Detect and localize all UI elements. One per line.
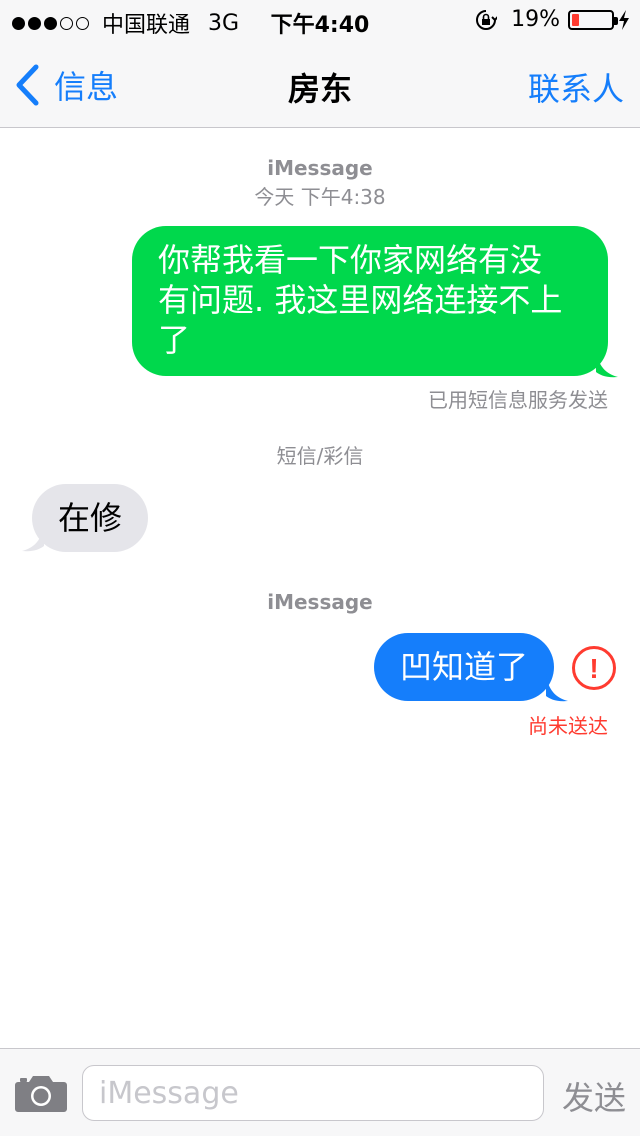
battery-percent: 19% xyxy=(511,7,560,32)
battery-icon xyxy=(568,9,618,30)
error-mark: ! xyxy=(589,653,598,684)
timestamp: 今天 下午4:38 xyxy=(254,185,386,209)
service-label: 短信/彩信 xyxy=(276,444,364,468)
rotation-lock-icon xyxy=(476,9,498,30)
signal-dot xyxy=(28,16,41,30)
back-button[interactable]: 信息 xyxy=(14,62,118,108)
status-bar: 中国联通 3G 下午4:40 19% xyxy=(0,0,640,40)
charging-icon xyxy=(619,9,629,30)
message-text-line: 有问题. 我这里网络连接不上 xyxy=(158,281,563,319)
service-label: iMessage xyxy=(267,156,373,180)
delivery-note: 已用短信息服务发送 xyxy=(428,388,608,412)
service-label: iMessage xyxy=(267,590,373,614)
carrier-name: 中国联通 xyxy=(102,13,191,38)
nav-bar: 信息 房东 联系人 xyxy=(0,40,640,128)
battery-level xyxy=(572,13,579,26)
battery-nub xyxy=(614,16,618,25)
message-bubble: 在修 xyxy=(32,484,149,552)
input-bar: 发送 xyxy=(0,1048,640,1136)
signal-strength-icon xyxy=(12,16,92,30)
signal-dot xyxy=(76,16,89,30)
send-error-icon[interactable]: ! xyxy=(571,645,617,691)
message-bubble: 凹知道了 xyxy=(374,633,555,701)
camera-icon[interactable] xyxy=(14,1073,68,1113)
signal-dot xyxy=(60,16,73,30)
status-left: 中国联通 3G xyxy=(12,7,239,39)
not-delivered-note: 尚未送达 xyxy=(528,714,608,738)
network-type: 3G xyxy=(208,10,240,36)
message-input[interactable] xyxy=(82,1065,544,1121)
message-text-line: 你帮我看一下你家网络有没 xyxy=(158,241,543,279)
message-text: 在修 xyxy=(58,499,123,537)
bubble-tail xyxy=(546,674,568,702)
bubble-tail xyxy=(22,524,44,552)
signal-dot xyxy=(12,16,25,30)
bubble-tail xyxy=(596,350,618,378)
message-bubble: 你帮我看一下你家网络有没 有问题. 我这里网络连接不上 了 xyxy=(132,226,608,376)
message-text: 凹知道了 xyxy=(400,648,529,686)
send-button[interactable]: 发送 xyxy=(562,1073,626,1119)
chevron-left-icon xyxy=(16,64,39,106)
message-text-line: 了 xyxy=(158,321,191,359)
contact-button[interactable]: 联系人 xyxy=(528,64,624,110)
back-label: 信息 xyxy=(54,68,119,106)
signal-dot xyxy=(44,16,57,30)
status-right: 19% xyxy=(475,7,630,32)
